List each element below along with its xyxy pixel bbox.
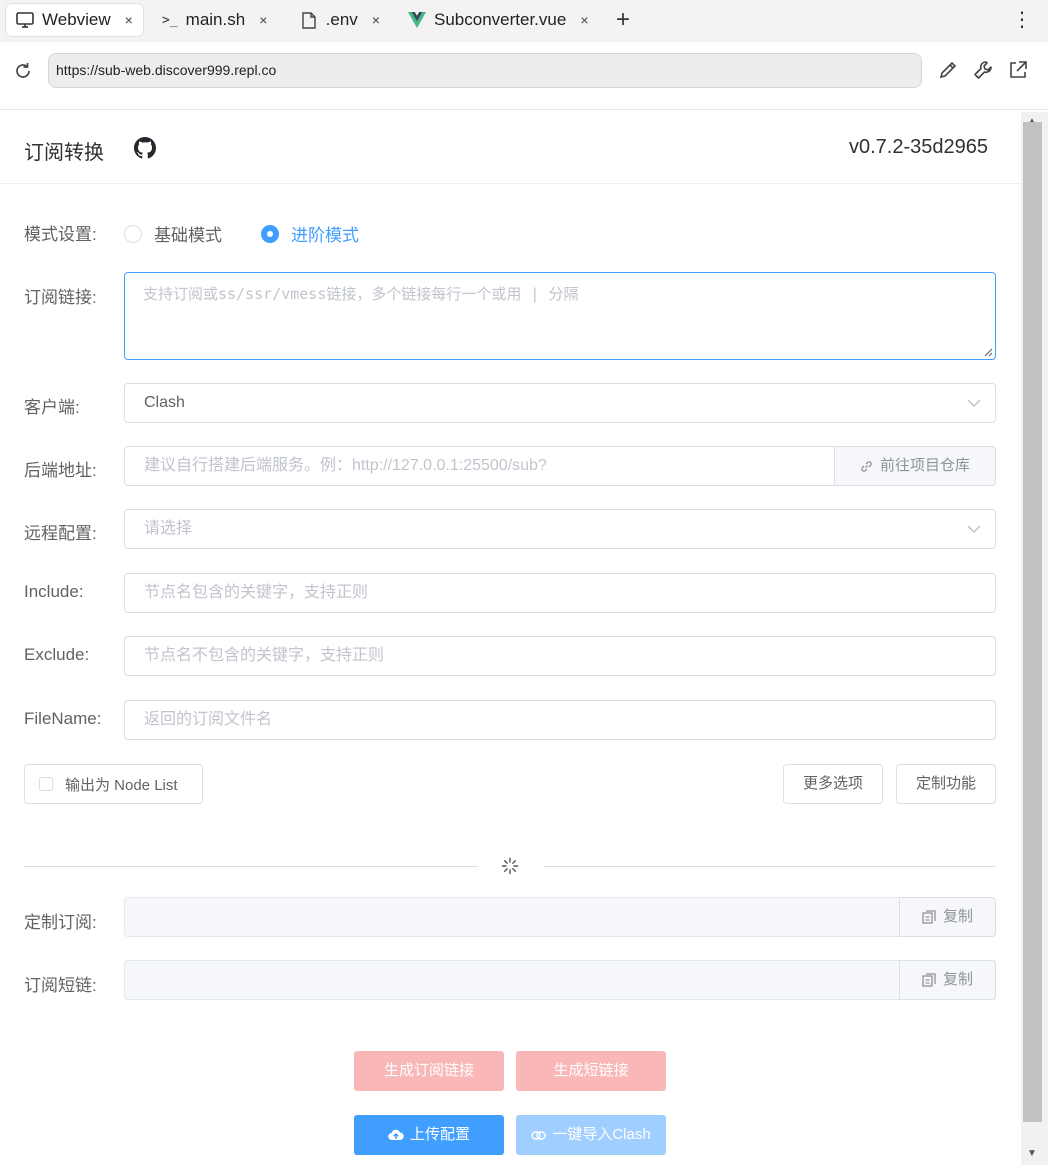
radio-label: 进阶模式 [291, 226, 359, 245]
exclude-label: Exclude: [24, 645, 90, 664]
tab-env[interactable]: .env × [290, 4, 390, 36]
custom-features-button[interactable]: 定制功能 [896, 764, 996, 804]
chevron-down-icon [967, 399, 981, 408]
tab-label: main.sh [185, 10, 246, 29]
scroll-down-icon[interactable]: ▼ [1027, 1148, 1037, 1159]
radio-dot [124, 224, 142, 243]
browser-tab-bar: Webview × >_ main.sh × .env × Subconvert… [0, 0, 1048, 42]
sub-link-textarea[interactable]: 支持订阅或ss/ssr/vmess链接，多个链接每行一个或用 | 分隔 [124, 272, 996, 360]
github-icon[interactable] [134, 137, 156, 159]
url-field[interactable]: https://sub-web.discover999.repl.co [48, 53, 922, 88]
remote-config-placeholder: 请选择 [144, 520, 193, 537]
filename-input[interactable]: 返回的订阅文件名 [124, 700, 996, 740]
radio-basic-mode[interactable]: 基础模式 [124, 221, 222, 246]
tab-webview[interactable]: Webview × [6, 4, 143, 36]
generate-short-button[interactable]: 生成短链接 [516, 1051, 666, 1091]
repo-link-button[interactable]: 前往项目仓库 [834, 446, 996, 486]
client-value: Clash [144, 394, 185, 411]
exclude-placeholder: 节点名不包含的关键字，支持正则 [144, 647, 385, 664]
address-bar: https://sub-web.discover999.repl.co [0, 42, 1048, 110]
short-link-output: 复制 [124, 960, 996, 1000]
close-icon[interactable]: × [580, 12, 588, 28]
divider-left [24, 866, 478, 867]
cloud-upload-icon [388, 1129, 404, 1141]
copy-label: 复制 [942, 971, 973, 988]
tab-label: Subconverter.vue [434, 10, 567, 29]
import-clash-button[interactable]: 一键导入Clash [516, 1115, 666, 1155]
page-title: 订阅转换 [24, 142, 104, 164]
client-select[interactable]: Clash [124, 383, 996, 423]
include-input[interactable]: 节点名包含的关键字，支持正则 [124, 573, 996, 613]
node-list-checkbox[interactable]: 输出为 Node List [24, 764, 203, 804]
version-label: v0.7.2-35d2965 [849, 136, 989, 158]
reload-icon[interactable] [12, 60, 34, 82]
monitor-icon [16, 11, 34, 29]
radio-dot-checked [261, 224, 279, 243]
backend-input[interactable]: 建议自行搭建后端服务。例：http://127.0.0.1:25500/sub?… [124, 446, 996, 486]
open-external-icon[interactable] [1007, 59, 1029, 81]
radio-label: 基础模式 [154, 226, 222, 245]
sub-link-label: 订阅链接: [24, 288, 97, 307]
tab-label: .env [325, 10, 358, 29]
vue-icon [408, 11, 426, 29]
backend-placeholder: 建议自行搭建后端服务。例：http://127.0.0.1:25500/sub? [144, 457, 547, 474]
terminal-icon: >_ [162, 12, 178, 28]
import-clash-label: 一键导入Clash [552, 1126, 651, 1143]
tab-label: Webview [42, 10, 111, 29]
copy-icon [922, 910, 936, 924]
tab-main-sh[interactable]: >_ main.sh × [152, 4, 277, 36]
copy-icon [922, 973, 936, 987]
close-icon[interactable]: × [372, 12, 380, 28]
remote-config-label: 远程配置: [24, 524, 97, 543]
generate-short-label: 生成短链接 [553, 1062, 629, 1079]
resize-handle-icon[interactable] [983, 347, 993, 357]
more-menu-icon[interactable]: ⋮ [1012, 6, 1032, 34]
checkbox-label: 输出为 Node List [65, 776, 178, 794]
close-icon[interactable]: × [125, 12, 133, 28]
radio-advanced-mode[interactable]: 进阶模式 [261, 221, 359, 246]
edit-icon[interactable] [937, 59, 959, 81]
short-link-label: 订阅短链: [24, 976, 97, 995]
include-placeholder: 节点名包含的关键字，支持正则 [144, 584, 369, 601]
custom-sub-label: 定制订阅: [24, 913, 97, 932]
vertical-scrollbar[interactable]: ▲ ▼ [1021, 112, 1048, 1165]
upload-config-button[interactable]: 上传配置 [354, 1115, 504, 1155]
filename-placeholder: 返回的订阅文件名 [144, 711, 273, 728]
textarea-placeholder: 支持订阅或ss/ssr/vmess链接，多个链接每行一个或用 | 分隔 [143, 285, 579, 303]
remote-config-select[interactable]: 请选择 [124, 509, 996, 549]
new-tab-button[interactable]: + [610, 6, 636, 34]
tab-subconverter-vue[interactable]: Subconverter.vue × [398, 4, 598, 36]
divider-right [544, 866, 996, 867]
filename-label: FileName: [24, 709, 102, 728]
exclude-input[interactable]: 节点名不包含的关键字，支持正则 [124, 636, 996, 676]
backend-label: 后端地址: [24, 461, 97, 480]
file-icon [300, 11, 318, 29]
loading-icon [501, 857, 519, 875]
link-icon [861, 460, 872, 472]
copy-label: 复制 [942, 908, 973, 925]
chevron-down-icon [967, 525, 981, 534]
mode-label: 模式设置: [24, 225, 97, 244]
client-label: 客户端: [24, 398, 80, 417]
card-header: 订阅转换 v0.7.2-35d2965 [0, 112, 1021, 184]
generate-sub-button[interactable]: 生成订阅链接 [354, 1051, 504, 1091]
close-icon[interactable]: × [259, 12, 267, 28]
generate-sub-label: 生成订阅链接 [383, 1062, 474, 1079]
copy-custom-sub-button[interactable]: 复制 [899, 897, 996, 937]
webview-content: 订阅转换 v0.7.2-35d2965 模式设置: 基础模式 进阶模式 订阅链接… [0, 112, 1021, 1165]
include-label: Include: [24, 582, 84, 601]
repo-link-label: 前往项目仓库 [879, 457, 970, 474]
scrollbar-thumb[interactable] [1023, 122, 1042, 1122]
copy-short-link-button[interactable]: 复制 [899, 960, 996, 1000]
upload-config-label: 上传配置 [409, 1126, 470, 1143]
custom-sub-output: 复制 [124, 897, 996, 937]
checkbox-box [39, 777, 53, 791]
link-icon [531, 1130, 547, 1140]
more-options-button[interactable]: 更多选项 [783, 764, 883, 804]
wrench-icon[interactable] [972, 59, 994, 81]
